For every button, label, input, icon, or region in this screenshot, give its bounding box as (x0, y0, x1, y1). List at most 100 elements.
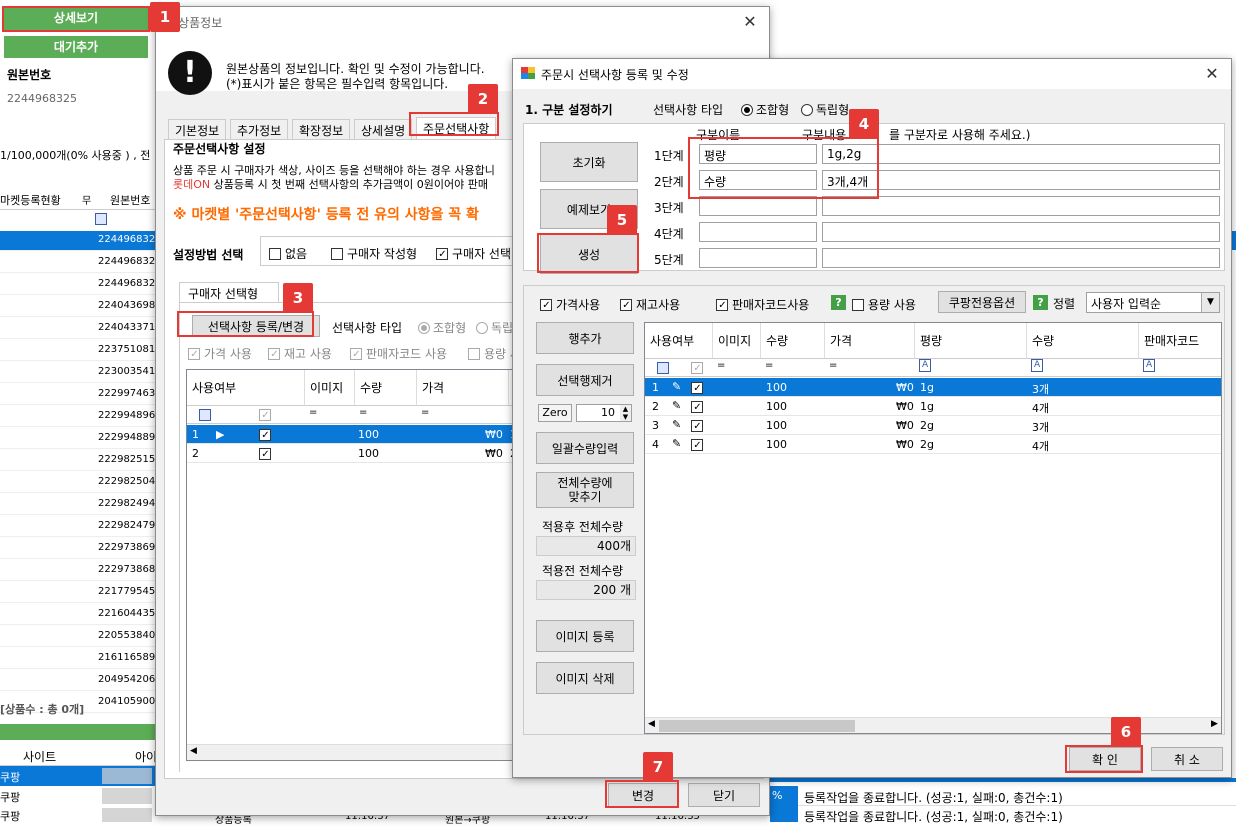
row-number[interactable]: 4 (649, 438, 659, 451)
scroll-thumb[interactable] (659, 720, 855, 732)
reset-button[interactable]: 초기화 (540, 142, 638, 182)
stage-content-input[interactable] (822, 222, 1220, 242)
table-row[interactable]: 4 100 ₩0 2g 4개 ✎ (645, 435, 1221, 454)
opt-seller[interactable]: 판매자코드사용 (716, 296, 809, 313)
list-item[interactable]: 2244968325 (0, 231, 162, 251)
row-number[interactable]: 2 (649, 400, 659, 413)
table-row[interactable]: 3 100 ₩0 2g 3개 ✎ (645, 416, 1221, 435)
count-cell[interactable]: 4개 (1029, 438, 1049, 454)
tab-order-options[interactable]: 주문선택사항 (416, 117, 497, 139)
list-item[interactable]: 2229948967 (0, 407, 162, 427)
checkbox[interactable] (436, 248, 448, 260)
tab-extended[interactable]: 확장정보 (292, 119, 351, 139)
use-stock[interactable]: 재고 사용 (268, 345, 332, 362)
table-row[interactable]: 2 100 ₩0 2r (187, 444, 519, 463)
qty-cell[interactable]: 100 (763, 419, 787, 432)
stage-name-input[interactable]: 수량 (699, 170, 817, 190)
checkbox[interactable] (259, 429, 271, 441)
stage-name-input[interactable]: 평량 (699, 144, 817, 164)
close-icon[interactable]: ✕ (1201, 63, 1223, 85)
stage-name-input[interactable] (699, 196, 817, 216)
fit-total-button[interactable]: 전체수량에 맞추기 (536, 472, 634, 508)
radio[interactable] (801, 104, 813, 116)
chevron-down-icon[interactable]: ▼ (1201, 293, 1219, 312)
stage-content-input[interactable]: 3개,4개 (822, 170, 1220, 190)
price-cell[interactable]: ₩0 (893, 381, 914, 394)
list-item[interactable]: 2229738689 (0, 561, 162, 581)
list-item[interactable]: 2229824791 (0, 517, 162, 537)
add-row-button[interactable]: 행추가 (536, 322, 634, 354)
site-row[interactable]: 쿠팡 (0, 806, 155, 823)
list-item[interactable]: 2244968323 (0, 275, 162, 295)
qty-cell[interactable]: 100 (763, 438, 787, 451)
help-icon[interactable]: ? (831, 295, 846, 310)
list-item[interactable]: 2229974634 (0, 385, 162, 405)
weight-cell[interactable]: 2g (917, 419, 934, 432)
checkbox[interactable] (691, 420, 703, 432)
tab-buyer-select[interactable]: 구매자 선택형 (179, 282, 279, 302)
site-row[interactable]: 쿠팡 (0, 786, 155, 806)
weight-cell[interactable]: 2g (917, 438, 934, 451)
list-item[interactable]: 2230035413 (0, 363, 162, 383)
checkbox[interactable] (350, 348, 362, 360)
filter-icon[interactable] (95, 213, 107, 225)
checkbox[interactable] (691, 382, 703, 394)
tab-extra[interactable]: 추가정보 (230, 119, 289, 139)
tab-detail[interactable]: 상세설명 (354, 119, 413, 139)
detail-view-button[interactable]: 상세보기 (4, 7, 148, 31)
qty-cell[interactable]: 100 (763, 381, 787, 394)
radio[interactable] (741, 104, 753, 116)
edit-icon[interactable]: ✎ (669, 437, 681, 450)
ok-button[interactable]: 확 인 (1069, 747, 1141, 771)
qty-cell[interactable]: 100 (763, 400, 787, 413)
opt-capacity[interactable]: 용량 사용 (852, 296, 916, 313)
checkbox[interactable] (691, 401, 703, 413)
list-item[interactable]: 2240433715 (0, 319, 162, 339)
count-cell[interactable]: 4개 (1029, 400, 1049, 416)
price-cell[interactable]: ₩0 (893, 438, 914, 451)
row-number[interactable]: 1 (649, 381, 659, 394)
price-cell[interactable]: ₩0 (893, 419, 914, 432)
checkbox[interactable] (691, 362, 703, 374)
image-register-button[interactable]: 이미지 등록 (536, 620, 634, 652)
list-item[interactable]: 2229824947 (0, 495, 162, 515)
close-icon[interactable]: ✕ (739, 11, 761, 33)
table-row[interactable]: 1 100 ₩0 1g 3개 ✎ (645, 378, 1221, 397)
close-button[interactable]: 닫기 (688, 783, 760, 807)
tab-basic[interactable]: 기본정보 (168, 119, 227, 139)
checkbox[interactable] (259, 448, 271, 460)
checkbox[interactable] (259, 409, 271, 421)
list-item[interactable]: 2229825152 (0, 451, 162, 471)
weight-cell[interactable]: 1g (917, 400, 934, 413)
list-item[interactable]: 2205538404 (0, 627, 162, 647)
list-item[interactable]: 2216044354 (0, 605, 162, 625)
filter-icon[interactable] (199, 409, 211, 421)
checkbox[interactable] (691, 439, 703, 451)
type-combo-radio[interactable]: 조합형 (741, 101, 789, 118)
checkbox[interactable] (716, 299, 728, 311)
stage-content-input[interactable] (822, 248, 1220, 268)
cancel-button[interactable]: 취 소 (1151, 747, 1223, 771)
zero-select[interactable]: Zero (538, 404, 572, 422)
opt-price[interactable]: 가격사용 (540, 296, 600, 313)
list-item[interactable]: 2240436982 (0, 297, 162, 317)
checkbox[interactable] (620, 299, 632, 311)
help-icon[interactable]: ? (1033, 295, 1048, 310)
register-options-button[interactable]: 선택사항 등록/변경 (192, 315, 320, 337)
method-buyer-write[interactable]: 구매자 작성형 (331, 245, 417, 262)
weight-cell[interactable]: 1g (917, 381, 934, 394)
list-item[interactable]: 2244968324 (0, 253, 162, 273)
edit-icon[interactable]: ✎ (669, 380, 681, 393)
bulk-qty-button[interactable]: 일괄수량입력 (536, 432, 634, 464)
stage-content-input[interactable] (822, 196, 1220, 216)
h-scrollbar[interactable]: ◀ (187, 744, 519, 760)
sort-select[interactable]: 사용자 입력순 ▼ (1086, 292, 1220, 313)
list-item[interactable]: 2217795456 (0, 583, 162, 603)
site-row-selected[interactable]: 쿠팡 (0, 766, 155, 786)
edit-icon[interactable]: ✎ (669, 418, 681, 431)
opt-stock[interactable]: 재고사용 (620, 296, 680, 313)
use-price[interactable]: 가격 사용 (188, 345, 252, 362)
list-item[interactable]: 2049542064 (0, 671, 162, 691)
coupang-option-button[interactable]: 쿠팡전용옵션 (938, 291, 1026, 313)
change-button[interactable]: 변경 (608, 783, 678, 807)
